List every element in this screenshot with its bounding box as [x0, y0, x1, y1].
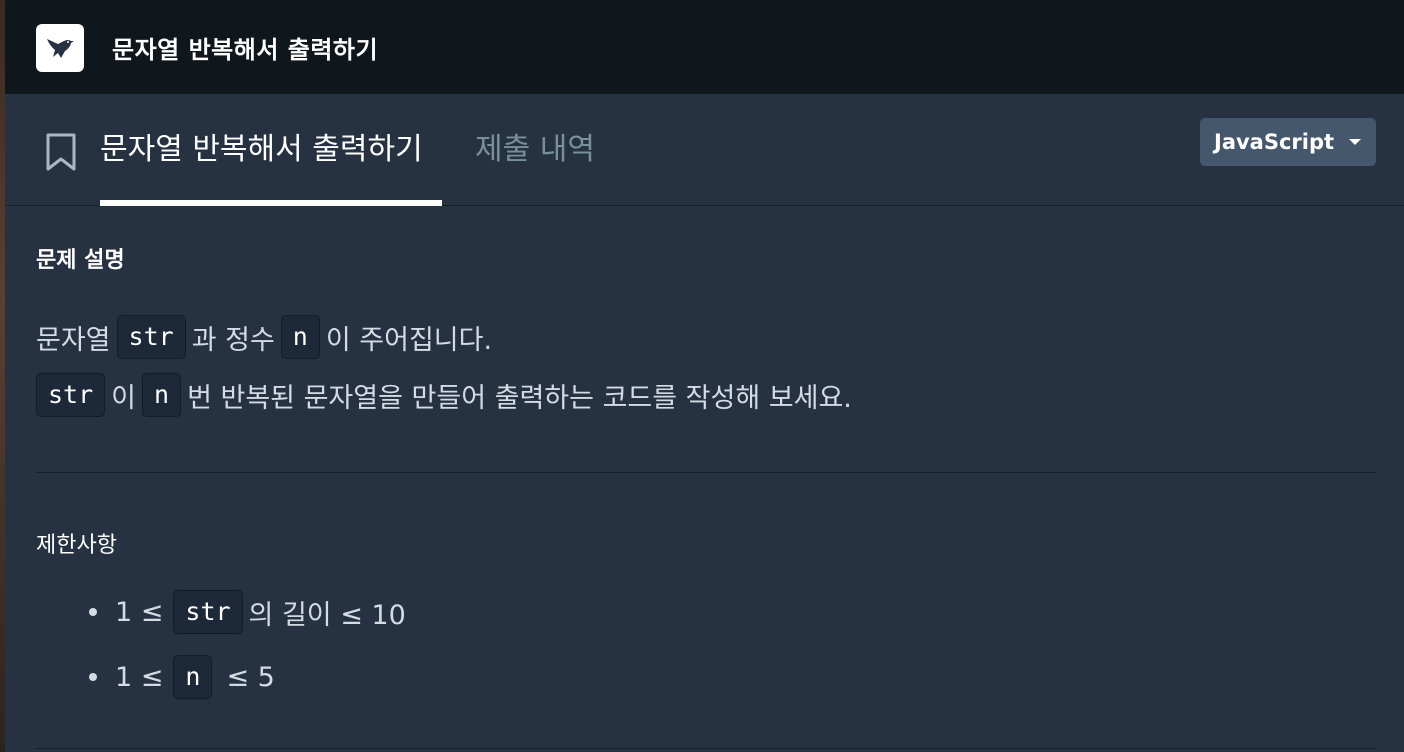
constraint-text: 의 길이 ≤ 10: [248, 599, 406, 631]
constraint-text: 1 ≤: [115, 596, 164, 628]
tab-problem[interactable]: 문자열 반복해서 출력하기: [100, 124, 423, 168]
description-heading: 문제 설명: [36, 248, 125, 273]
section-divider: [36, 472, 1376, 473]
constraint-text: 1 ≤: [115, 661, 164, 693]
constraint-item: 1 ≤ str 의 길이 ≤ 10: [89, 590, 406, 634]
inline-code: str: [36, 373, 106, 417]
tab-bar: 문자열 반복해서 출력하기 제출 내역 JavaScript: [5, 94, 1404, 206]
app-window: 문자열 반복해서 출력하기 문자열 반복해서 출력하기 제출 내역 JavaSc…: [0, 0, 1404, 752]
inline-code: n: [173, 655, 213, 699]
active-tab-indicator: [100, 200, 442, 206]
bullet-icon: [89, 673, 97, 681]
hummingbird-logo-icon[interactable]: [36, 24, 84, 72]
bookmark-icon[interactable]: [45, 132, 77, 172]
description-text: 번 반복된 문자열을 만들어 출력하는 코드를 작성해 보세요.: [187, 382, 852, 414]
inline-code: n: [280, 315, 320, 359]
problem-content: 문제 설명 문자열 str 과 정수 n 이 주어집니다. str 이 n 번 …: [5, 207, 1404, 752]
description-line-2: str 이 n 번 반복된 문자열을 만들어 출력하는 코드를 작성해 보세요.: [36, 373, 852, 417]
inline-code: str: [173, 590, 243, 634]
description-line-1: 문자열 str 과 정수 n 이 주어집니다.: [36, 315, 492, 359]
language-select[interactable]: JavaScript: [1200, 118, 1376, 166]
description-text: 이: [111, 382, 136, 414]
bullet-icon: [89, 608, 97, 616]
description-text: 과 정수: [191, 324, 275, 356]
constraint-text: ≤ 5: [226, 661, 275, 693]
tab-submissions[interactable]: 제출 내역: [475, 124, 595, 168]
top-bar: 문자열 반복해서 출력하기: [5, 0, 1404, 94]
app-title: 문자열 반복해서 출력하기: [112, 36, 379, 64]
language-select-value: JavaScript: [1214, 130, 1335, 154]
inline-code: n: [142, 373, 182, 417]
description-text: 문자열: [36, 324, 111, 356]
constraint-item: 1 ≤ n ≤ 5: [89, 655, 275, 699]
description-text: 이 주어집니다.: [325, 324, 493, 356]
section-divider: [36, 748, 1376, 749]
caret-down-icon: [1349, 139, 1361, 145]
inline-code: str: [116, 315, 186, 359]
constraints-heading: 제한사항: [36, 533, 117, 558]
